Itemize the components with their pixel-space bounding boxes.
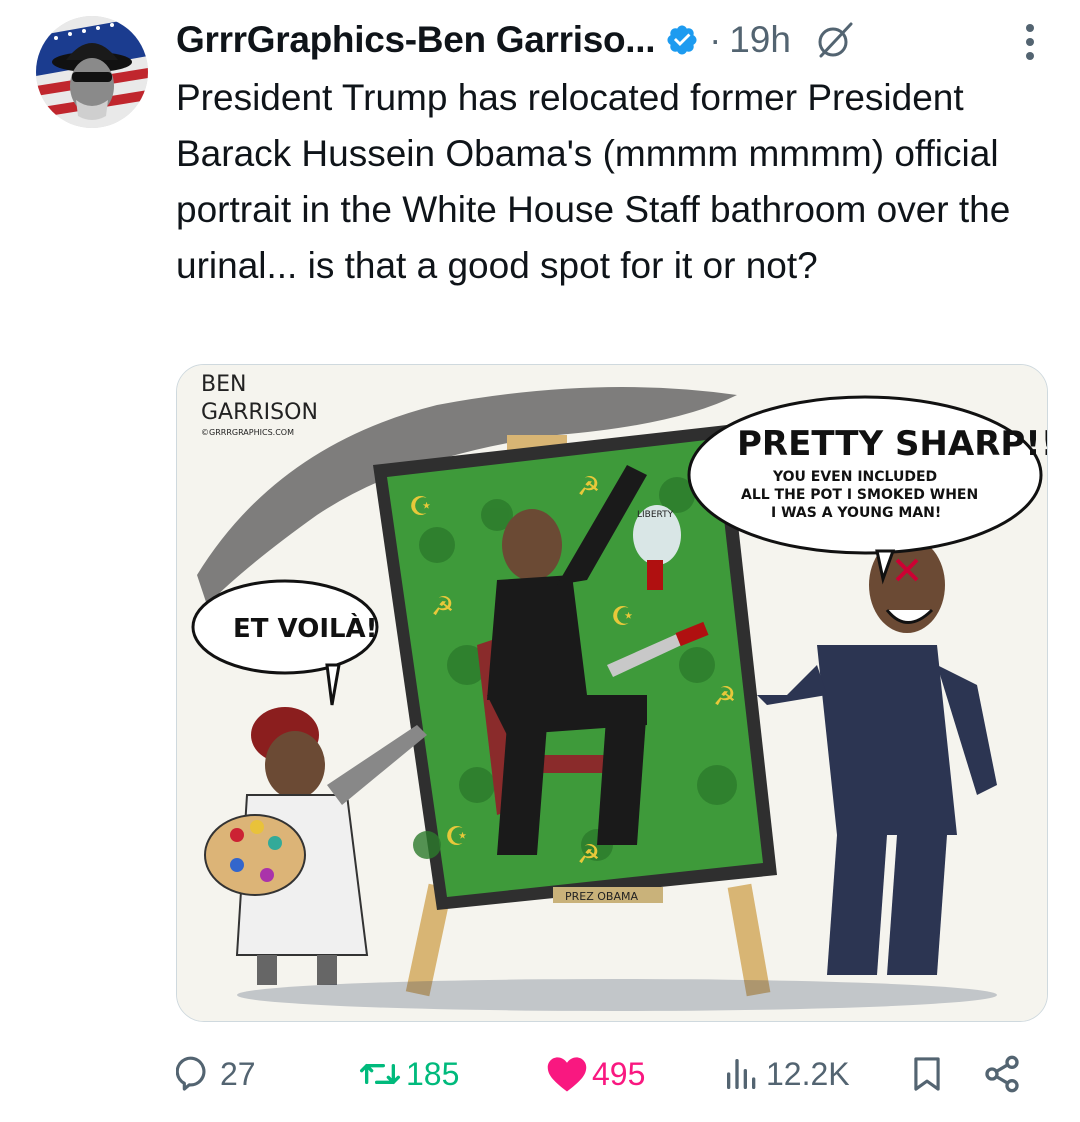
repost-icon bbox=[359, 1064, 400, 1084]
share-button[interactable] bbox=[982, 1048, 1026, 1100]
svg-text:☪: ☪ bbox=[409, 492, 432, 522]
views-icon bbox=[727, 1059, 756, 1089]
signature-ben: BEN bbox=[201, 372, 246, 397]
tweet-media-image[interactable]: BEN GARRISON ©GRRRGRAPHICS.COM ☪ ☭ ☭ ☪ ☭ ☪ ☭ bbox=[176, 364, 1048, 1022]
repost-count: 185 bbox=[406, 1055, 460, 1092]
svg-text:☭: ☭ bbox=[577, 840, 600, 870]
more-icon[interactable] bbox=[1024, 22, 1036, 62]
bookmark-icon bbox=[914, 1057, 940, 1091]
tweet-text: President Trump has relocated former Pre… bbox=[176, 77, 1011, 286]
bubble-right-line3: I WAS A YOUNG MAN! bbox=[771, 505, 941, 521]
grok-icon[interactable] bbox=[815, 20, 855, 60]
views-button[interactable]: 12.2K bbox=[722, 1048, 850, 1100]
reply-icon bbox=[176, 1056, 206, 1091]
tweet-time[interactable]: 19h bbox=[729, 19, 791, 61]
bubble-right-title: PRETTY SHARP!! bbox=[737, 424, 1047, 464]
signature-url: ©GRRRGRAPHICS.COM bbox=[201, 428, 294, 437]
svg-text:☪: ☪ bbox=[445, 822, 468, 852]
verified-badge-icon bbox=[667, 25, 697, 55]
bubble-right-line1: YOU EVEN INCLUDED bbox=[772, 469, 937, 485]
svg-text:☭: ☭ bbox=[431, 592, 454, 622]
share-icon bbox=[985, 1055, 1019, 1093]
svg-text:☭: ☭ bbox=[713, 682, 736, 712]
svg-text:☪: ☪ bbox=[611, 602, 634, 632]
bubble-right-line2: ALL THE POT I SMOKED WHEN bbox=[741, 487, 978, 503]
tweet-action-bar: 27 185 495 12.2K bbox=[176, 1048, 1036, 1100]
svg-text:☭: ☭ bbox=[577, 472, 600, 502]
bubble-left-text: ET VOILÀ! bbox=[233, 612, 378, 644]
frame-plaque: PREZ OBAMA bbox=[565, 890, 638, 903]
bookmark-button[interactable] bbox=[908, 1048, 950, 1100]
author-name[interactable]: GrrrGraphics-Ben Garriso... bbox=[176, 19, 656, 61]
heart-icon bbox=[547, 1057, 587, 1092]
signature-garrison: GARRISON bbox=[201, 400, 318, 425]
liberty-label: LIBERTY bbox=[637, 510, 674, 520]
repost-button[interactable]: 185 bbox=[358, 1048, 459, 1100]
reply-count: 27 bbox=[220, 1055, 256, 1092]
separator-dot: · bbox=[709, 19, 722, 60]
views-count: 12.2K bbox=[766, 1055, 850, 1092]
author-avatar[interactable] bbox=[36, 16, 148, 128]
tweet-header: GrrrGraphics-Ben Garriso... · 19h bbox=[176, 14, 1040, 66]
like-button[interactable]: 495 bbox=[546, 1048, 645, 1100]
like-count: 495 bbox=[592, 1055, 646, 1092]
reply-button[interactable]: 27 bbox=[176, 1048, 256, 1100]
